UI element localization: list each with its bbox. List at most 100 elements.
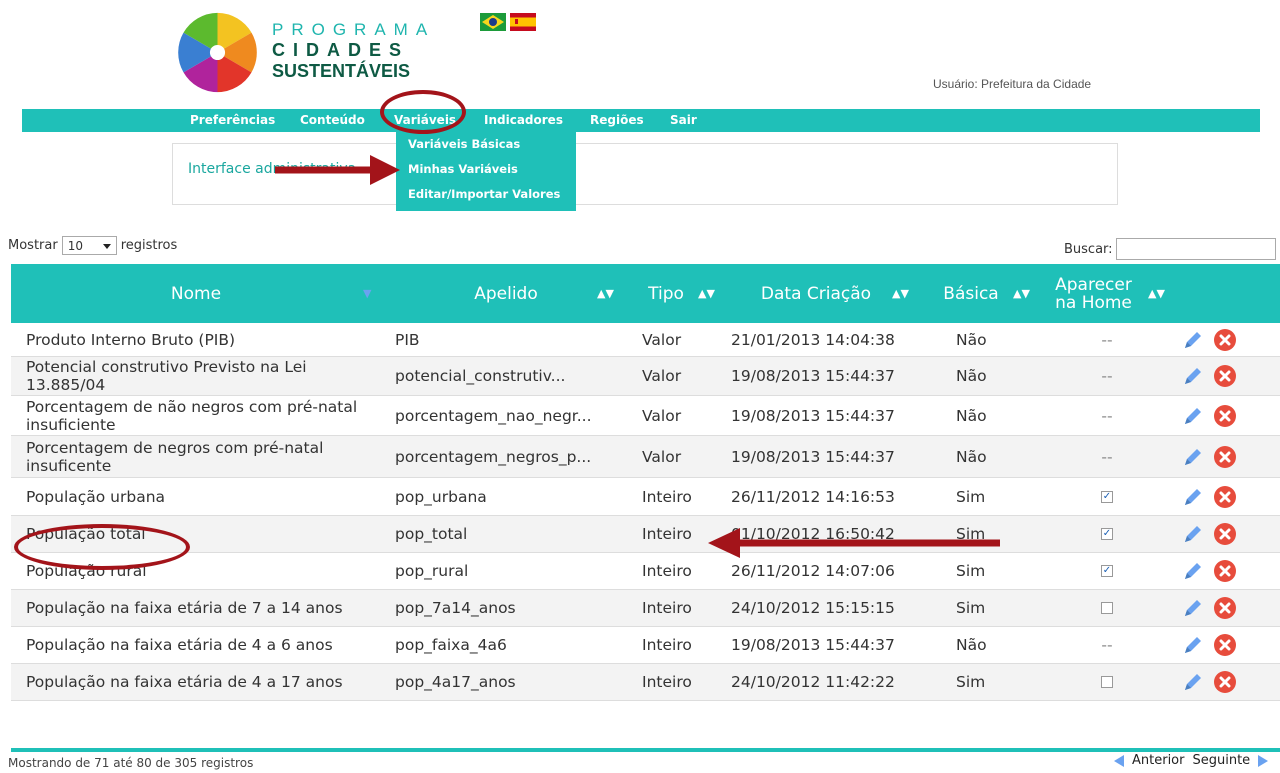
cell-tipo-text: Inteiro xyxy=(642,599,692,617)
page-length-select[interactable]: 10 xyxy=(61,236,117,255)
brand-line-3: SUSTENTÁVEIS xyxy=(272,61,411,81)
cell-nome: Porcentagem de negros com pré-natal insu… xyxy=(26,436,376,477)
delete-icon[interactable] xyxy=(1213,445,1237,469)
pencil-icon[interactable] xyxy=(1181,559,1205,583)
nav-item-indicadores[interactable]: Indicadores xyxy=(484,109,563,132)
pencil-icon[interactable] xyxy=(1181,404,1205,428)
cell-data: 26/11/2012 14:16:53 xyxy=(731,478,931,515)
table-header: Nome ▼ Apelido ▲▼ Tipo ▲▼ Data Criação ▲… xyxy=(11,264,1280,323)
row-actions xyxy=(1181,516,1261,552)
cell-basica: Sim xyxy=(956,590,1016,626)
cell-home-text: -- xyxy=(1101,367,1113,385)
col-home[interactable]: Aparecer na Home xyxy=(1046,264,1141,323)
row-actions xyxy=(1181,553,1261,589)
arrow-right-icon[interactable] xyxy=(1258,754,1269,767)
cell-home: ✓ xyxy=(1092,516,1122,552)
table-row[interactable]: Porcentagem de não negros com pré-natal … xyxy=(11,396,1280,436)
table-row[interactable]: População rural pop_rural Inteiro 26/11/201… xyxy=(11,553,1280,590)
table-row[interactable]: População total pop_total Inteiro 01/10/201… xyxy=(11,516,1280,553)
cell-data: 24/10/2012 15:15:15 xyxy=(731,590,931,626)
delete-icon[interactable] xyxy=(1213,328,1237,352)
col-tipo[interactable]: Tipo xyxy=(626,264,706,323)
flag-brazil-icon[interactable] xyxy=(480,13,506,31)
home-checkbox[interactable]: ✓ xyxy=(1101,565,1113,577)
col-apelido-label: Apelido xyxy=(474,283,538,304)
cell-basica: Sim xyxy=(956,478,1016,515)
cell-nome-text: População na faixa etária de 4 a 17 anos xyxy=(26,673,343,691)
table-row[interactable]: Produto Interno Bruto (PIB) PIB Valor 21/01… xyxy=(11,324,1280,357)
pencil-icon[interactable] xyxy=(1181,445,1205,469)
col-basica[interactable]: Básica xyxy=(926,264,1016,323)
pencil-icon[interactable] xyxy=(1181,633,1205,657)
cell-basica-text: Não xyxy=(956,367,987,385)
next-page-button[interactable]: Seguinte xyxy=(1192,753,1250,768)
user-label: Usuário: Prefeitura da Cidade xyxy=(933,77,1092,91)
col-apelido[interactable]: Apelido xyxy=(391,264,621,323)
sort-icon: ▲▼ xyxy=(892,287,909,300)
col-data[interactable]: Data Criação xyxy=(721,264,911,323)
dropdown-item-minhas-variaveis[interactable]: Minhas Variáveis xyxy=(396,157,576,182)
nav-item-sair[interactable]: Sair xyxy=(670,109,697,132)
page-length-value: 10 xyxy=(67,239,83,253)
cell-basica-text: Não xyxy=(956,331,987,349)
pencil-icon[interactable] xyxy=(1181,485,1205,509)
cell-apelido-text: pop_rural xyxy=(395,562,469,580)
cell-apelido-text: pop_faixa_4a6 xyxy=(395,636,507,654)
cell-home-text: -- xyxy=(1101,636,1113,654)
table-row[interactable]: População na faixa etária de 4 a 17 anos… xyxy=(11,664,1280,701)
delete-icon[interactable] xyxy=(1213,364,1237,388)
pencil-icon[interactable] xyxy=(1181,328,1205,352)
dropdown-item-editar-importar[interactable]: Editar/Importar Valores xyxy=(396,182,576,207)
cell-data: 19/08/2013 15:44:37 xyxy=(731,396,931,435)
home-checkbox[interactable] xyxy=(1101,676,1113,688)
pencil-icon[interactable] xyxy=(1181,522,1205,546)
arrow-left-icon[interactable] xyxy=(1114,754,1124,767)
home-checkbox[interactable] xyxy=(1101,602,1113,614)
cell-home: -- xyxy=(1092,436,1122,477)
cell-nome: População na faixa etária de 7 a 14 anos xyxy=(26,590,376,626)
delete-icon[interactable] xyxy=(1213,670,1237,694)
delete-icon[interactable] xyxy=(1213,596,1237,620)
cell-apelido: pop_7a14_anos xyxy=(395,590,615,626)
cell-home: -- xyxy=(1092,627,1122,663)
cell-apelido: porcentagem_nao_negr... xyxy=(395,396,615,435)
flag-spain-icon[interactable] xyxy=(510,13,536,31)
table-row[interactable]: População na faixa etária de 7 a 14 anos… xyxy=(11,590,1280,627)
table-row[interactable]: Porcentagem de negros com pré-natal insu… xyxy=(11,436,1280,478)
annotation-circle-populacao-urbana xyxy=(14,524,190,570)
cell-tipo: Inteiro xyxy=(642,627,712,663)
delete-icon[interactable] xyxy=(1213,485,1237,509)
delete-icon[interactable] xyxy=(1213,404,1237,428)
cell-basica: Não xyxy=(956,396,1016,435)
delete-icon[interactable] xyxy=(1213,522,1237,546)
dropdown-item-variaveis-basicas[interactable]: Variáveis Básicas xyxy=(396,132,576,157)
pencil-icon[interactable] xyxy=(1181,670,1205,694)
delete-icon[interactable] xyxy=(1213,559,1237,583)
col-nome[interactable]: Nome xyxy=(11,264,381,323)
cell-apelido-text: pop_4a17_anos xyxy=(395,673,516,691)
pencil-icon[interactable] xyxy=(1181,596,1205,620)
admin-link[interactable]: Interface administrativa xyxy=(188,161,356,177)
nav-item-regioes[interactable]: Regiões xyxy=(590,109,644,132)
home-checkbox[interactable]: ✓ xyxy=(1101,490,1113,503)
prev-page-button[interactable]: Anterior xyxy=(1132,753,1184,768)
cell-home xyxy=(1092,590,1122,626)
table-row[interactable]: População urbana pop_urbana Inteiro 26/11/2… xyxy=(11,478,1280,516)
table-row[interactable]: Potencial construtivo Previsto na Lei 13… xyxy=(11,357,1280,396)
delete-icon[interactable] xyxy=(1213,633,1237,657)
cell-tipo-text: Inteiro xyxy=(642,636,692,654)
cell-tipo: Inteiro xyxy=(642,553,712,589)
table-row[interactable]: População na faixa etária de 4 a 6 anos p… xyxy=(11,627,1280,664)
cell-home: -- xyxy=(1092,324,1122,356)
nav-item-conteudo[interactable]: Conteúdo xyxy=(300,109,365,132)
cell-nome-text: Potencial construtivo Previsto na Lei 13… xyxy=(26,358,307,394)
cell-data: 19/08/2013 15:44:37 xyxy=(731,627,931,663)
search-input[interactable] xyxy=(1115,238,1276,260)
cell-apelido: pop_faixa_4a6 xyxy=(395,627,615,663)
cell-data: 26/11/2012 14:07:06 xyxy=(731,553,931,589)
cell-basica-text: Não xyxy=(956,406,987,425)
pencil-icon[interactable] xyxy=(1181,364,1205,388)
cell-tipo: Valor xyxy=(642,436,712,477)
nav-item-preferencias[interactable]: Preferências xyxy=(190,109,275,132)
home-checkbox[interactable]: ✓ xyxy=(1101,528,1113,540)
